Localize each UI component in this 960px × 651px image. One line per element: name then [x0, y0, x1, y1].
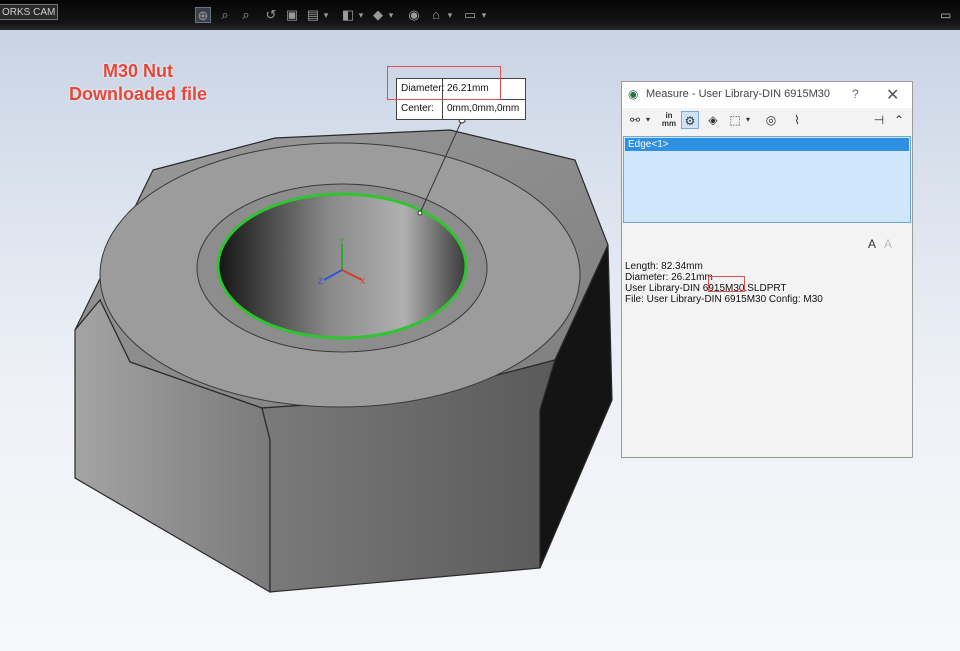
measurement-history-icon[interactable]: ◎: [762, 111, 780, 129]
help-button[interactable]: ?: [852, 87, 859, 101]
highlight-box-diameter: [387, 66, 501, 100]
svg-text:Z: Z: [318, 277, 323, 286]
decrease-font-icon[interactable]: A: [884, 237, 892, 251]
result-length: Length: 82.34mm: [625, 261, 703, 272]
measure-dialog[interactable]: ◉ Measure - User Library-DIN 6915M30 ? ✕…: [621, 81, 913, 458]
dialog-title: Measure - User Library-DIN 6915M30: [646, 88, 831, 100]
measure-icon: ◉: [628, 87, 639, 101]
svg-text:Y: Y: [339, 237, 345, 246]
units-mm-label: mm: [661, 119, 677, 128]
font-size-buttons: AA: [868, 237, 900, 251]
callout-center-value: 0mm,0mm,0mm: [447, 103, 520, 114]
projection-icon[interactable]: ⬚: [726, 111, 744, 129]
highlight-box-filename: [708, 276, 745, 292]
point-to-point-icon[interactable]: ◈: [704, 111, 722, 129]
result-config: File: User Library-DIN 6915M30 Config: M…: [625, 294, 823, 305]
chevron-down-icon[interactable]: ▾: [644, 111, 652, 129]
units-precision-button[interactable]: in mm: [660, 111, 678, 129]
dialog-title-bar[interactable]: ◉ Measure - User Library-DIN 6915M30 ? ✕: [622, 82, 912, 108]
chevron-down-icon[interactable]: ▾: [744, 111, 752, 129]
edge-anchor-dot: [417, 210, 423, 216]
dialog-toolbar: ⚯ ▾ in mm ⚙ ◈ ⬚ ▾ ◎ ⌇ ⊣ ⌃: [622, 108, 912, 134]
callout-center-label: Center:: [401, 103, 434, 114]
arc-circle-measure-icon[interactable]: ⚯: [626, 111, 644, 129]
pin-icon[interactable]: ⊣: [870, 111, 888, 129]
selection-list[interactable]: Edge<1>: [623, 136, 911, 223]
show-xyz-measurements-icon[interactable]: ⚙: [681, 111, 699, 129]
collapse-icon[interactable]: ⌃: [890, 111, 908, 129]
selection-item-edge[interactable]: Edge<1>: [625, 138, 909, 151]
create-sensor-icon[interactable]: ⌇: [788, 111, 806, 129]
svg-text:X: X: [360, 277, 366, 286]
increase-font-icon[interactable]: A: [868, 237, 876, 251]
close-button[interactable]: ✕: [886, 85, 899, 105]
